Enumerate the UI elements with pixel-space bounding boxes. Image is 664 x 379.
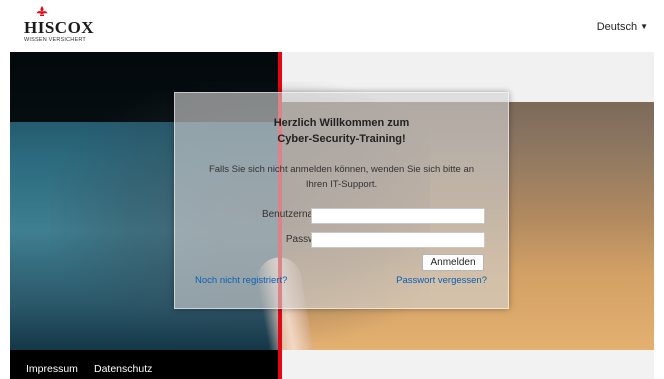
footer: Impressum Datenschutz	[10, 350, 654, 379]
fleur-logo-icon	[36, 6, 48, 16]
forgot-password-link[interactable]: Passwort vergessen?	[396, 275, 487, 286]
login-button[interactable]: Anmelden	[422, 254, 484, 271]
welcome-heading: Herzlich Willkommen zum Cyber-Security-T…	[175, 115, 508, 147]
welcome-line-2: Cyber-Security-Training!	[277, 133, 406, 145]
footer-link-datenschutz[interactable]: Datenschutz	[94, 363, 152, 375]
logo-tagline: WISSEN VERSICHERT	[24, 37, 86, 43]
support-note-line-1: Falls Sie sich nicht anmelden können, we…	[208, 164, 475, 175]
language-label: Deutsch	[596, 21, 638, 33]
password-input[interactable]	[311, 232, 485, 248]
hiscox-logo[interactable]: HISCOX WISSEN VERSICHERT	[24, 6, 104, 46]
welcome-line-1: Herzlich Willkommen zum	[273, 117, 410, 129]
login-panel: Herzlich Willkommen zum Cyber-Security-T…	[174, 92, 509, 309]
footer-link-impressum[interactable]: Impressum	[26, 363, 78, 375]
caret-down-icon: ▼	[640, 22, 648, 31]
header: HISCOX WISSEN VERSICHERT Deutsch ▼	[0, 0, 664, 50]
register-link[interactable]: Noch nicht registriert?	[195, 275, 287, 286]
support-note-line-2: Ihren IT-Support.	[305, 179, 378, 190]
username-input[interactable]	[311, 208, 485, 224]
support-note: Falls Sie sich nicht anmelden können, we…	[175, 162, 508, 192]
footer-dark-section: Impressum Datenschutz	[10, 350, 278, 379]
logo-wordmark: HISCOX	[24, 18, 95, 37]
language-selector[interactable]: Deutsch ▼	[597, 21, 648, 33]
footer-light-section	[282, 350, 654, 379]
hero-banner: Herzlich Willkommen zum Cyber-Security-T…	[10, 52, 654, 350]
